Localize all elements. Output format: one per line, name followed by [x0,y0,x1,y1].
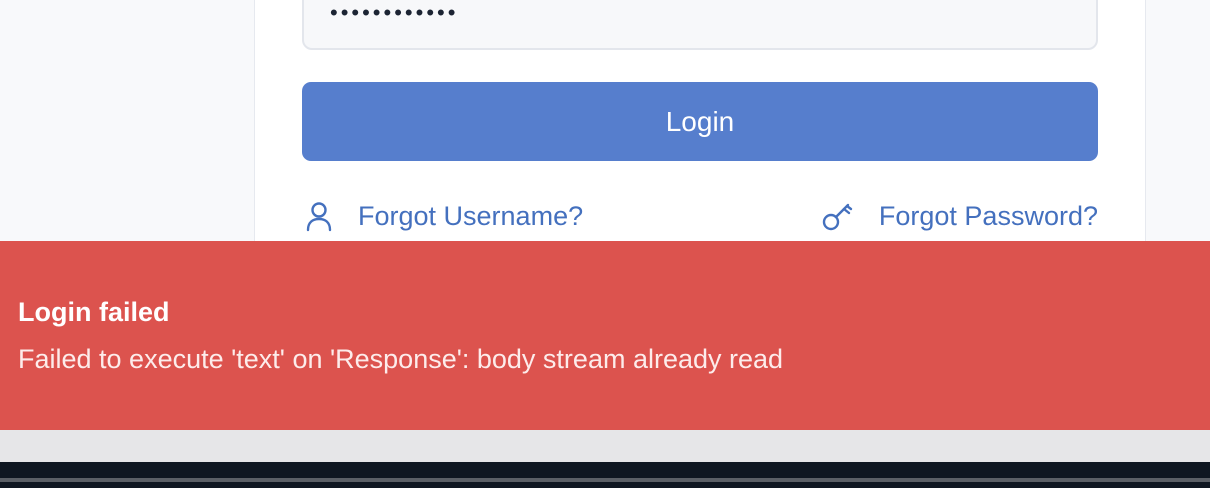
key-icon [821,199,855,233]
password-value: •••••••••••• [330,0,459,25]
password-field[interactable]: •••••••••••• [302,0,1098,50]
toast-message: Failed to execute 'text' on 'Response': … [18,344,784,374]
toast-title: Login failed [18,297,170,327]
error-toast[interactable]: Login failed Failed to execute 'text' on… [0,241,1210,430]
dark-bottom-bar [0,462,1210,488]
login-button[interactable]: Login [302,82,1098,161]
forgot-password-link[interactable]: Forgot Password? [821,196,1098,236]
forgot-username-label: Forgot Username? [358,200,584,231]
forgot-username-link[interactable]: Forgot Username? [302,196,583,236]
page-footer-strip [0,430,1210,462]
user-icon [302,199,336,233]
forgot-password-label: Forgot Password? [878,200,1098,231]
bottom-bar-divider [0,478,1210,482]
